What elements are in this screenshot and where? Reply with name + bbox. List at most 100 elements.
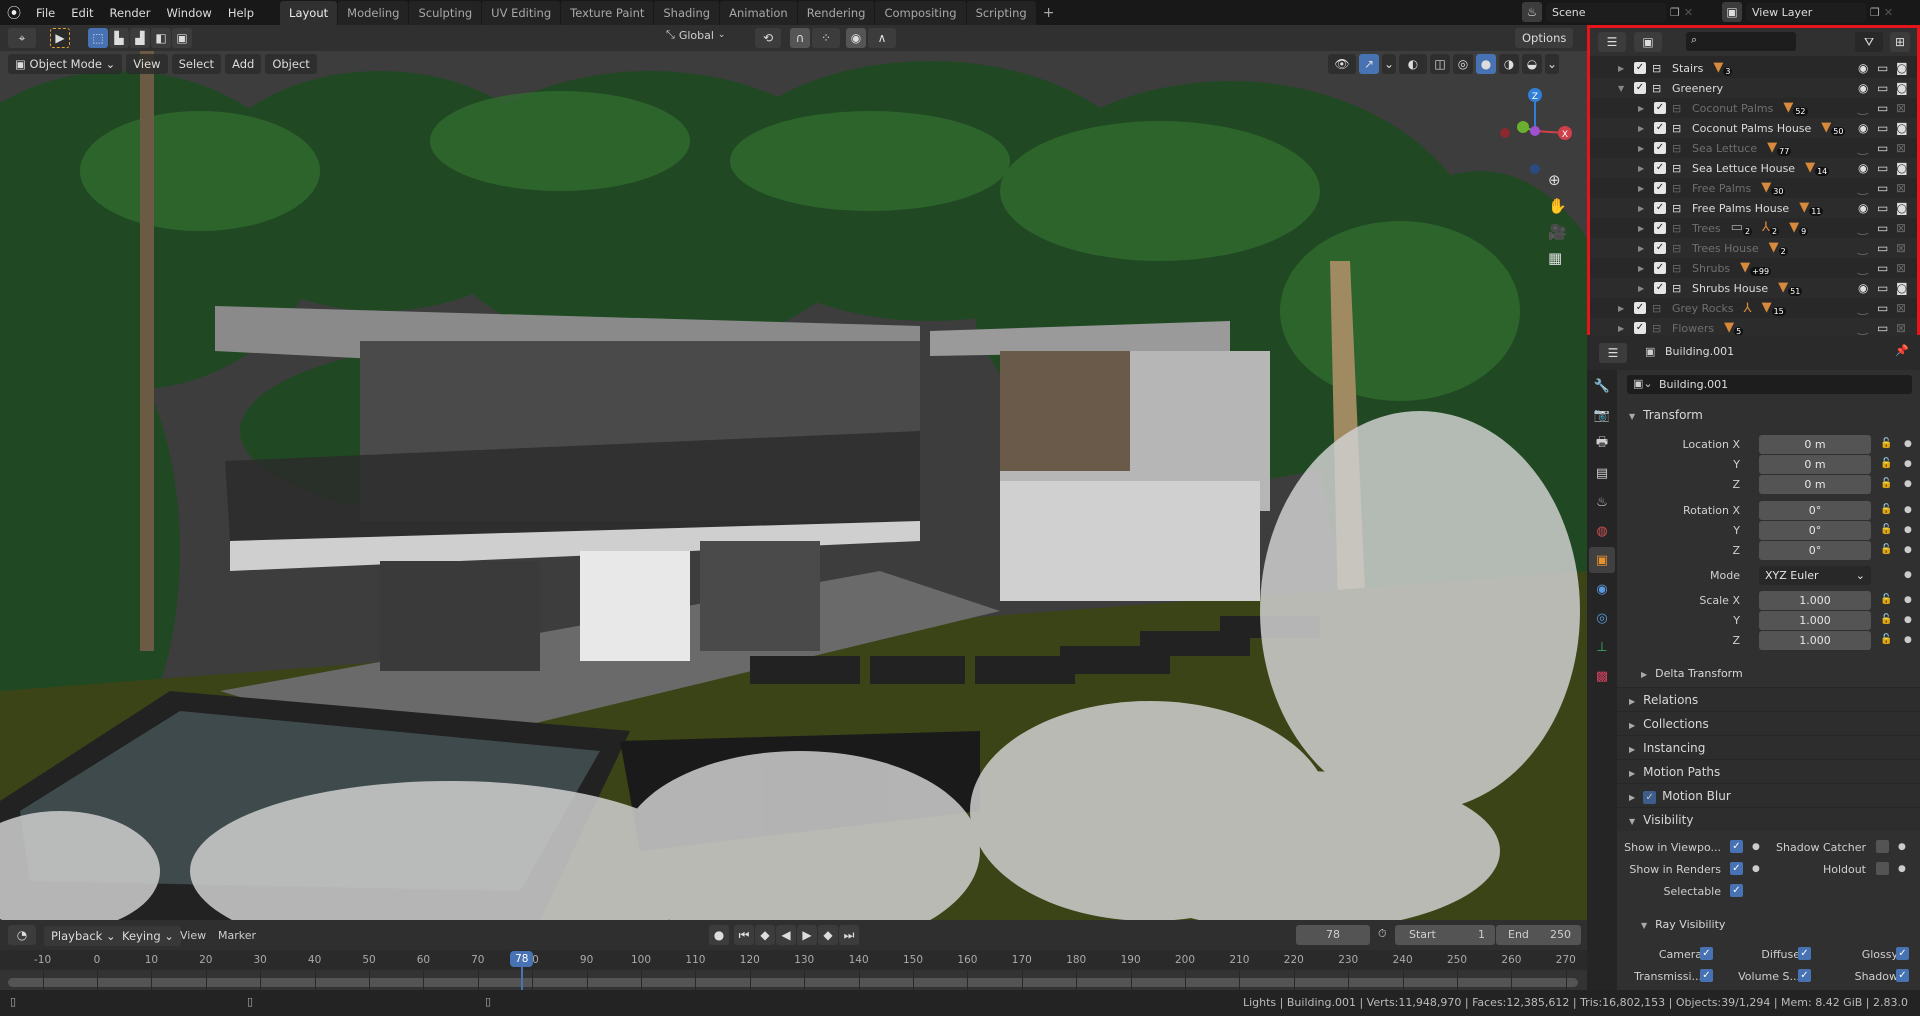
select-invert-icon[interactable]: ◧ xyxy=(151,28,171,48)
monitor-icon[interactable]: ▭ xyxy=(1877,241,1888,255)
next-keyframe-icon[interactable]: ◆ xyxy=(818,925,838,945)
tab-texture-paint[interactable]: Texture Paint xyxy=(561,1,654,25)
proportional-edit-icon[interactable]: ◉ xyxy=(846,28,866,48)
menu-file[interactable]: File xyxy=(28,6,63,20)
monitor-icon[interactable]: ▭ xyxy=(1877,281,1888,295)
expand-arrow-icon[interactable]: ▶ xyxy=(1618,324,1624,333)
view-layer-filter-icon[interactable]: ▣ xyxy=(1634,32,1662,52)
menu-select[interactable]: Select xyxy=(171,54,222,74)
particles-tab-icon[interactable]: ◎ xyxy=(1589,605,1615,631)
exclude-checkbox[interactable]: ✓ xyxy=(1634,82,1646,94)
eye-icon[interactable]: ◉ xyxy=(1858,281,1868,295)
armature-badge-icon[interactable]: ⅄ 2 xyxy=(1762,220,1780,237)
exclude-checkbox[interactable]: ✓ xyxy=(1654,142,1666,154)
scale-x-field[interactable]: 1.000 xyxy=(1759,591,1871,610)
render-tab-icon[interactable]: 📷 xyxy=(1589,402,1615,428)
editor-type-icon[interactable]: ☰ xyxy=(1599,343,1627,363)
keyframe-dot-icon[interactable]: ● xyxy=(1904,459,1912,469)
expand-arrow-icon[interactable]: ▶ xyxy=(1638,124,1644,133)
exclude-checkbox[interactable]: ✓ xyxy=(1634,322,1646,334)
ray-shadow-checkbox[interactable]: ✓ xyxy=(1896,969,1909,982)
exclude-checkbox[interactable]: ✓ xyxy=(1654,162,1666,174)
tab-uv-editing[interactable]: UV Editing xyxy=(482,1,561,25)
camera-view-icon[interactable]: 🎥 xyxy=(1548,223,1567,241)
rendered-shading-icon[interactable]: ◒ xyxy=(1522,54,1542,74)
select-new-icon[interactable]: ⬚ xyxy=(88,28,108,48)
new-view-layer-icon[interactable]: ❐ xyxy=(1870,6,1880,19)
outliner-row[interactable]: ▶ ✓ ⊟ Shrubs ▼ +99 ‿ ▭ ⊠ xyxy=(1590,258,1917,278)
stopwatch-icon[interactable]: ⏱ xyxy=(1378,927,1387,941)
mesh-badge-icon[interactable]: ▼ 50 xyxy=(1821,120,1846,137)
timeline-scrollbar[interactable] xyxy=(8,978,1578,987)
mesh-badge-icon[interactable]: ▼ 9 xyxy=(1789,220,1809,237)
new-collection-icon[interactable]: ⊞ xyxy=(1890,32,1910,52)
motion-blur-checkbox[interactable]: ✓ xyxy=(1643,791,1657,804)
exclude-checkbox[interactable]: ✓ xyxy=(1634,302,1646,314)
tab-rendering[interactable]: Rendering xyxy=(797,1,875,25)
monitor-icon[interactable]: ▭ xyxy=(1877,301,1888,315)
mesh-badge-icon[interactable]: ▼ 30 xyxy=(1761,180,1786,197)
expand-arrow-icon[interactable]: ▶ xyxy=(1638,264,1644,273)
monitor-icon[interactable]: ▭ xyxy=(1877,61,1888,75)
keyframe-dot-icon[interactable]: ● xyxy=(1904,545,1912,555)
ray-camera-checkbox[interactable]: ✓ xyxy=(1700,947,1713,960)
exclude-checkbox[interactable]: ✓ xyxy=(1654,242,1666,254)
outliner-row[interactable]: ▶ ✓ ⊟ Sea Lettuce ▼ 77 ‿ ▭ ⊠ xyxy=(1590,138,1917,158)
keyframe-dot-icon[interactable]: ● xyxy=(1904,635,1912,645)
exclude-checkbox[interactable]: ✓ xyxy=(1654,262,1666,274)
camera-icon[interactable]: ◙ xyxy=(1896,81,1908,95)
gizmo-icon[interactable]: ↗ xyxy=(1359,54,1379,74)
transform-panel-header[interactable]: ▼ Transform xyxy=(1617,403,1920,427)
mesh-badge-icon[interactable]: ▼ 3 xyxy=(1713,60,1733,77)
prev-keyframe-icon[interactable]: ◆ xyxy=(755,925,775,945)
mesh-badge-icon[interactable]: ▼ +99 xyxy=(1740,260,1772,277)
mesh-badge-icon[interactable]: ▼ 51 xyxy=(1778,280,1803,297)
menu-view[interactable]: View xyxy=(180,929,206,942)
keyframe-dot-icon[interactable]: ● xyxy=(1752,864,1760,874)
wireframe-shading-icon[interactable]: ◎ xyxy=(1453,54,1473,74)
view-layer-icon[interactable]: ▣ xyxy=(1722,2,1742,22)
eye-closed-icon[interactable]: ‿ xyxy=(1858,321,1868,335)
shadow-catcher-checkbox[interactable] xyxy=(1876,840,1889,853)
scene-icon[interactable]: ♨ xyxy=(1522,2,1542,22)
show-in-renders-checkbox[interactable]: ✓ xyxy=(1730,862,1743,875)
outliner-row[interactable]: ▶ ✓ ⊟ Sea Lettuce House ▼ 14 ◉ ▭ ◙ xyxy=(1590,158,1917,178)
monitor-icon[interactable]: ▭ xyxy=(1877,81,1888,95)
mesh-badge-icon[interactable]: ▼ 14 xyxy=(1805,160,1830,177)
exclude-checkbox[interactable]: ✓ xyxy=(1654,222,1666,234)
zoom-icon[interactable]: ⊕ xyxy=(1548,171,1567,189)
add-workspace-button[interactable]: + xyxy=(1043,5,1055,21)
eye-closed-icon[interactable]: ‿ xyxy=(1858,221,1868,235)
physics-tab-icon[interactable]: ⊥ xyxy=(1589,634,1615,660)
tab-compositing[interactable]: Compositing xyxy=(875,1,966,25)
jump-start-icon[interactable]: ⏮ xyxy=(734,925,754,945)
monitor-icon[interactable]: ▭ xyxy=(1877,121,1888,135)
eye-closed-icon[interactable]: ‿ xyxy=(1858,181,1868,195)
outliner-row[interactable]: ▶ ✓ ⊟ Free Palms ▼ 30 ‿ ▭ ⊠ xyxy=(1590,178,1917,198)
options-button[interactable]: Options xyxy=(1515,28,1574,48)
overlay-icon[interactable]: ◐ xyxy=(1399,54,1427,74)
scale-z-field[interactable]: 1.000 xyxy=(1759,631,1871,650)
monitor-icon[interactable]: ▭ xyxy=(1877,261,1888,275)
rotation-x-field[interactable]: 0° xyxy=(1759,501,1871,520)
view-layer-tab-icon[interactable]: ▤ xyxy=(1589,460,1615,486)
lock-icon[interactable]: 🔓 xyxy=(1880,634,1892,645)
monitor-icon[interactable]: ▭ xyxy=(1877,221,1888,235)
lock-icon[interactable]: 🔓 xyxy=(1880,594,1892,605)
outliner-row[interactable]: ▶ ✓ ⊟ Stairs ▼ 3 ◉ ▭ ◙ xyxy=(1590,58,1917,78)
lock-icon[interactable]: 🔓 xyxy=(1880,478,1892,489)
eye-closed-icon[interactable]: ‿ xyxy=(1858,141,1868,155)
exclude-checkbox[interactable]: ✓ xyxy=(1654,202,1666,214)
lock-icon[interactable]: 🔓 xyxy=(1880,504,1892,515)
shading-dropdown-icon[interactable]: ⌄ xyxy=(1545,54,1559,74)
rotation-z-field[interactable]: 0° xyxy=(1759,541,1871,560)
ray-glossy-checkbox[interactable]: ✓ xyxy=(1896,947,1909,960)
keyframe-dot-icon[interactable]: ● xyxy=(1904,570,1912,580)
ray-visibility-subpanel[interactable]: ▼ Ray Visibility xyxy=(1617,913,1920,937)
pivot-icon[interactable]: ⟲ xyxy=(755,28,781,48)
panel-motion-blur[interactable]: ▶ ✓ Motion Blur xyxy=(1617,783,1920,807)
exclude-checkbox[interactable]: ✓ xyxy=(1654,282,1666,294)
keyframe-dot-icon[interactable]: ● xyxy=(1904,505,1912,515)
mesh-badge-icon[interactable]: ▼ 15 xyxy=(1762,300,1786,317)
lock-icon[interactable]: 🔓 xyxy=(1880,544,1892,555)
